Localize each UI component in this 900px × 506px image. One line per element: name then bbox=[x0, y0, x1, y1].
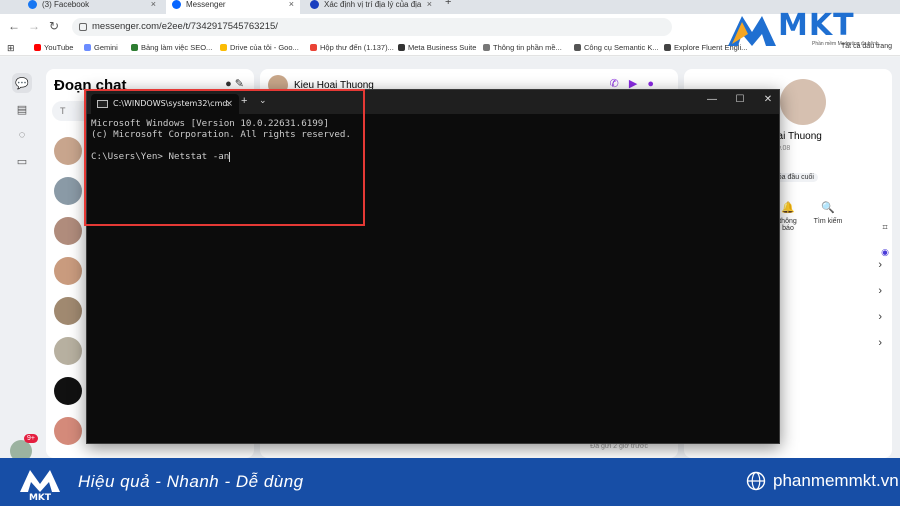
forward-button[interactable]: → bbox=[26, 19, 42, 33]
left-rail: 💬 ▤ ◌ ▭ 9+ bbox=[0, 57, 44, 462]
new-tab-button[interactable]: + bbox=[445, 0, 451, 8]
info-row[interactable]: at› bbox=[772, 259, 882, 271]
mkt-logo-mark-icon bbox=[728, 16, 776, 46]
meta-icon bbox=[398, 44, 405, 51]
new-tab-button[interactable]: + bbox=[241, 95, 247, 107]
chevron-down-icon[interactable]: ⌄ bbox=[259, 95, 267, 106]
maximize-button[interactable]: ☐ bbox=[733, 94, 747, 105]
reload-button[interactable]: ↻ bbox=[46, 19, 62, 33]
bookmark-gemini[interactable]: Gemini bbox=[84, 43, 118, 52]
gmail-icon bbox=[310, 44, 317, 51]
cmd-tab-title: C:\WINDOWS\system32\cmd. bbox=[113, 99, 230, 108]
chevron-right-icon: › bbox=[878, 311, 882, 323]
apps-icon[interactable]: ⊞ bbox=[7, 43, 15, 54]
cmd-tab[interactable]: C:\WINDOWS\system32\cmd. × bbox=[91, 94, 239, 114]
chat-avatar[interactable] bbox=[54, 217, 82, 245]
minimize-button[interactable]: — bbox=[705, 94, 719, 105]
bookmark-youtube[interactable]: YouTube bbox=[34, 43, 73, 52]
gemini-icon bbox=[84, 44, 91, 51]
url-text: messenger.com/e2ee/t/7342917545763215/ bbox=[92, 21, 278, 32]
promo-banner: MKT Hiệu quả - Nhanh - Dễ dùng phanmemmk… bbox=[0, 458, 900, 506]
tab-title: Messenger bbox=[186, 0, 226, 9]
cmd-titlebar: C:\WINDOWS\system32\cmd. × + ⌄ — ☐ ✕ bbox=[87, 90, 779, 114]
back-button[interactable]: ← bbox=[6, 19, 22, 33]
site-settings-icon[interactable] bbox=[79, 23, 87, 31]
tab-geolocation[interactable]: Xác định vị trí địa lý của địa chỉ × bbox=[304, 0, 438, 14]
messenger-icon bbox=[172, 0, 181, 9]
chat-avatar[interactable] bbox=[54, 337, 82, 365]
cmd-window: C:\WINDOWS\system32\cmd. × + ⌄ — ☐ ✕ Mic… bbox=[86, 89, 780, 444]
terminal-icon bbox=[97, 100, 108, 108]
bookmark-software-info[interactable]: Thông tin phần mề... bbox=[483, 43, 562, 52]
sent-status: Đã gửi 2 giờ trước bbox=[590, 443, 648, 450]
close-icon[interactable]: × bbox=[225, 94, 233, 114]
close-icon[interactable]: × bbox=[427, 0, 432, 9]
terminal-line: Microsoft Windows [Version 10.0.22631.61… bbox=[91, 118, 329, 129]
tab-title: Xác định vị trí địa lý của địa chỉ bbox=[324, 0, 424, 9]
youtube-icon bbox=[34, 44, 41, 51]
info-row[interactable]: rợ› bbox=[772, 337, 882, 349]
chat-avatar[interactable] bbox=[54, 377, 82, 405]
bookmark-meta[interactable]: Meta Business Suite bbox=[398, 43, 476, 52]
facebook-icon bbox=[28, 0, 37, 9]
banner-logo-text: MKT bbox=[29, 493, 52, 502]
banner-website[interactable]: phanmemmkt.vn bbox=[773, 471, 899, 491]
bookmark-drive[interactable]: Drive của tôi - Goo... bbox=[220, 43, 299, 52]
extension-grid-icon[interactable]: ⌗ bbox=[878, 222, 892, 236]
terminal-command-line: C:\Users\Yen> Netstat -an bbox=[91, 151, 351, 162]
chat-avatar[interactable] bbox=[54, 297, 82, 325]
contact-info-avatar bbox=[780, 79, 826, 125]
mkt-logo-mark-icon: MKT bbox=[20, 470, 60, 502]
info-row[interactable]: e› bbox=[772, 311, 882, 323]
close-button[interactable]: ✕ bbox=[761, 94, 775, 105]
site-icon bbox=[310, 0, 319, 9]
drive-icon bbox=[220, 44, 227, 51]
globe-icon bbox=[746, 471, 766, 491]
chat-avatar[interactable] bbox=[54, 257, 82, 285]
assistant-icon[interactable]: ◉ bbox=[878, 247, 892, 261]
requests-icon[interactable]: ◌ bbox=[12, 125, 32, 145]
tab-messenger[interactable]: Messenger × bbox=[166, 0, 300, 14]
archive-icon[interactable]: ▭ bbox=[12, 151, 32, 171]
logo-subtitle: Phần mềm Marketing đa kênh bbox=[812, 41, 879, 47]
chat-avatar[interactable] bbox=[54, 137, 82, 165]
chat-avatar[interactable] bbox=[54, 177, 82, 205]
close-icon[interactable]: × bbox=[151, 0, 156, 9]
chevron-right-icon: › bbox=[878, 337, 882, 349]
close-icon[interactable]: × bbox=[289, 0, 294, 9]
sheets-icon bbox=[131, 44, 138, 51]
address-bar[interactable]: messenger.com/e2ee/t/7342917545763215/ bbox=[72, 18, 672, 36]
mkt-logo: MKT Phần mềm Marketing đa kênh bbox=[726, 8, 896, 52]
bookmark-semantic[interactable]: Công cụ Semantic K... bbox=[574, 43, 659, 52]
banner-slogan: Hiệu quả - Nhanh - Dễ dùng bbox=[78, 472, 304, 491]
search-icon: 🔍 bbox=[821, 202, 835, 214]
terminal-command: Netstat -an bbox=[162, 151, 230, 162]
tab-title: (3) Facebook bbox=[42, 0, 90, 9]
chats-icon[interactable]: 💬 bbox=[12, 73, 32, 93]
globe-icon bbox=[664, 44, 671, 51]
bookmark-seo[interactable]: Bảng làm việc SEO... bbox=[131, 43, 212, 52]
tab-facebook[interactable]: (3) Facebook × bbox=[22, 0, 162, 14]
chat-avatar[interactable] bbox=[54, 417, 82, 445]
logo-text: MKT bbox=[778, 8, 855, 43]
chevron-right-icon: › bbox=[878, 285, 882, 297]
notification-badge: 9+ bbox=[24, 434, 38, 443]
globe-icon bbox=[483, 44, 490, 51]
terminal-line: (c) Microsoft Corporation. All rights re… bbox=[91, 129, 351, 140]
globe-icon bbox=[574, 44, 581, 51]
terminal-prompt: C:\Users\Yen> bbox=[91, 151, 163, 162]
marketplace-icon[interactable]: ▤ bbox=[12, 99, 32, 119]
text-cursor bbox=[229, 151, 231, 162]
bookmark-gmail[interactable]: Hộp thư đến (1.137)... bbox=[310, 43, 394, 52]
terminal-output[interactable]: Microsoft Windows [Version 10.0.22631.61… bbox=[91, 118, 351, 162]
search-button[interactable]: 🔍 Tìm kiếm bbox=[806, 201, 850, 225]
